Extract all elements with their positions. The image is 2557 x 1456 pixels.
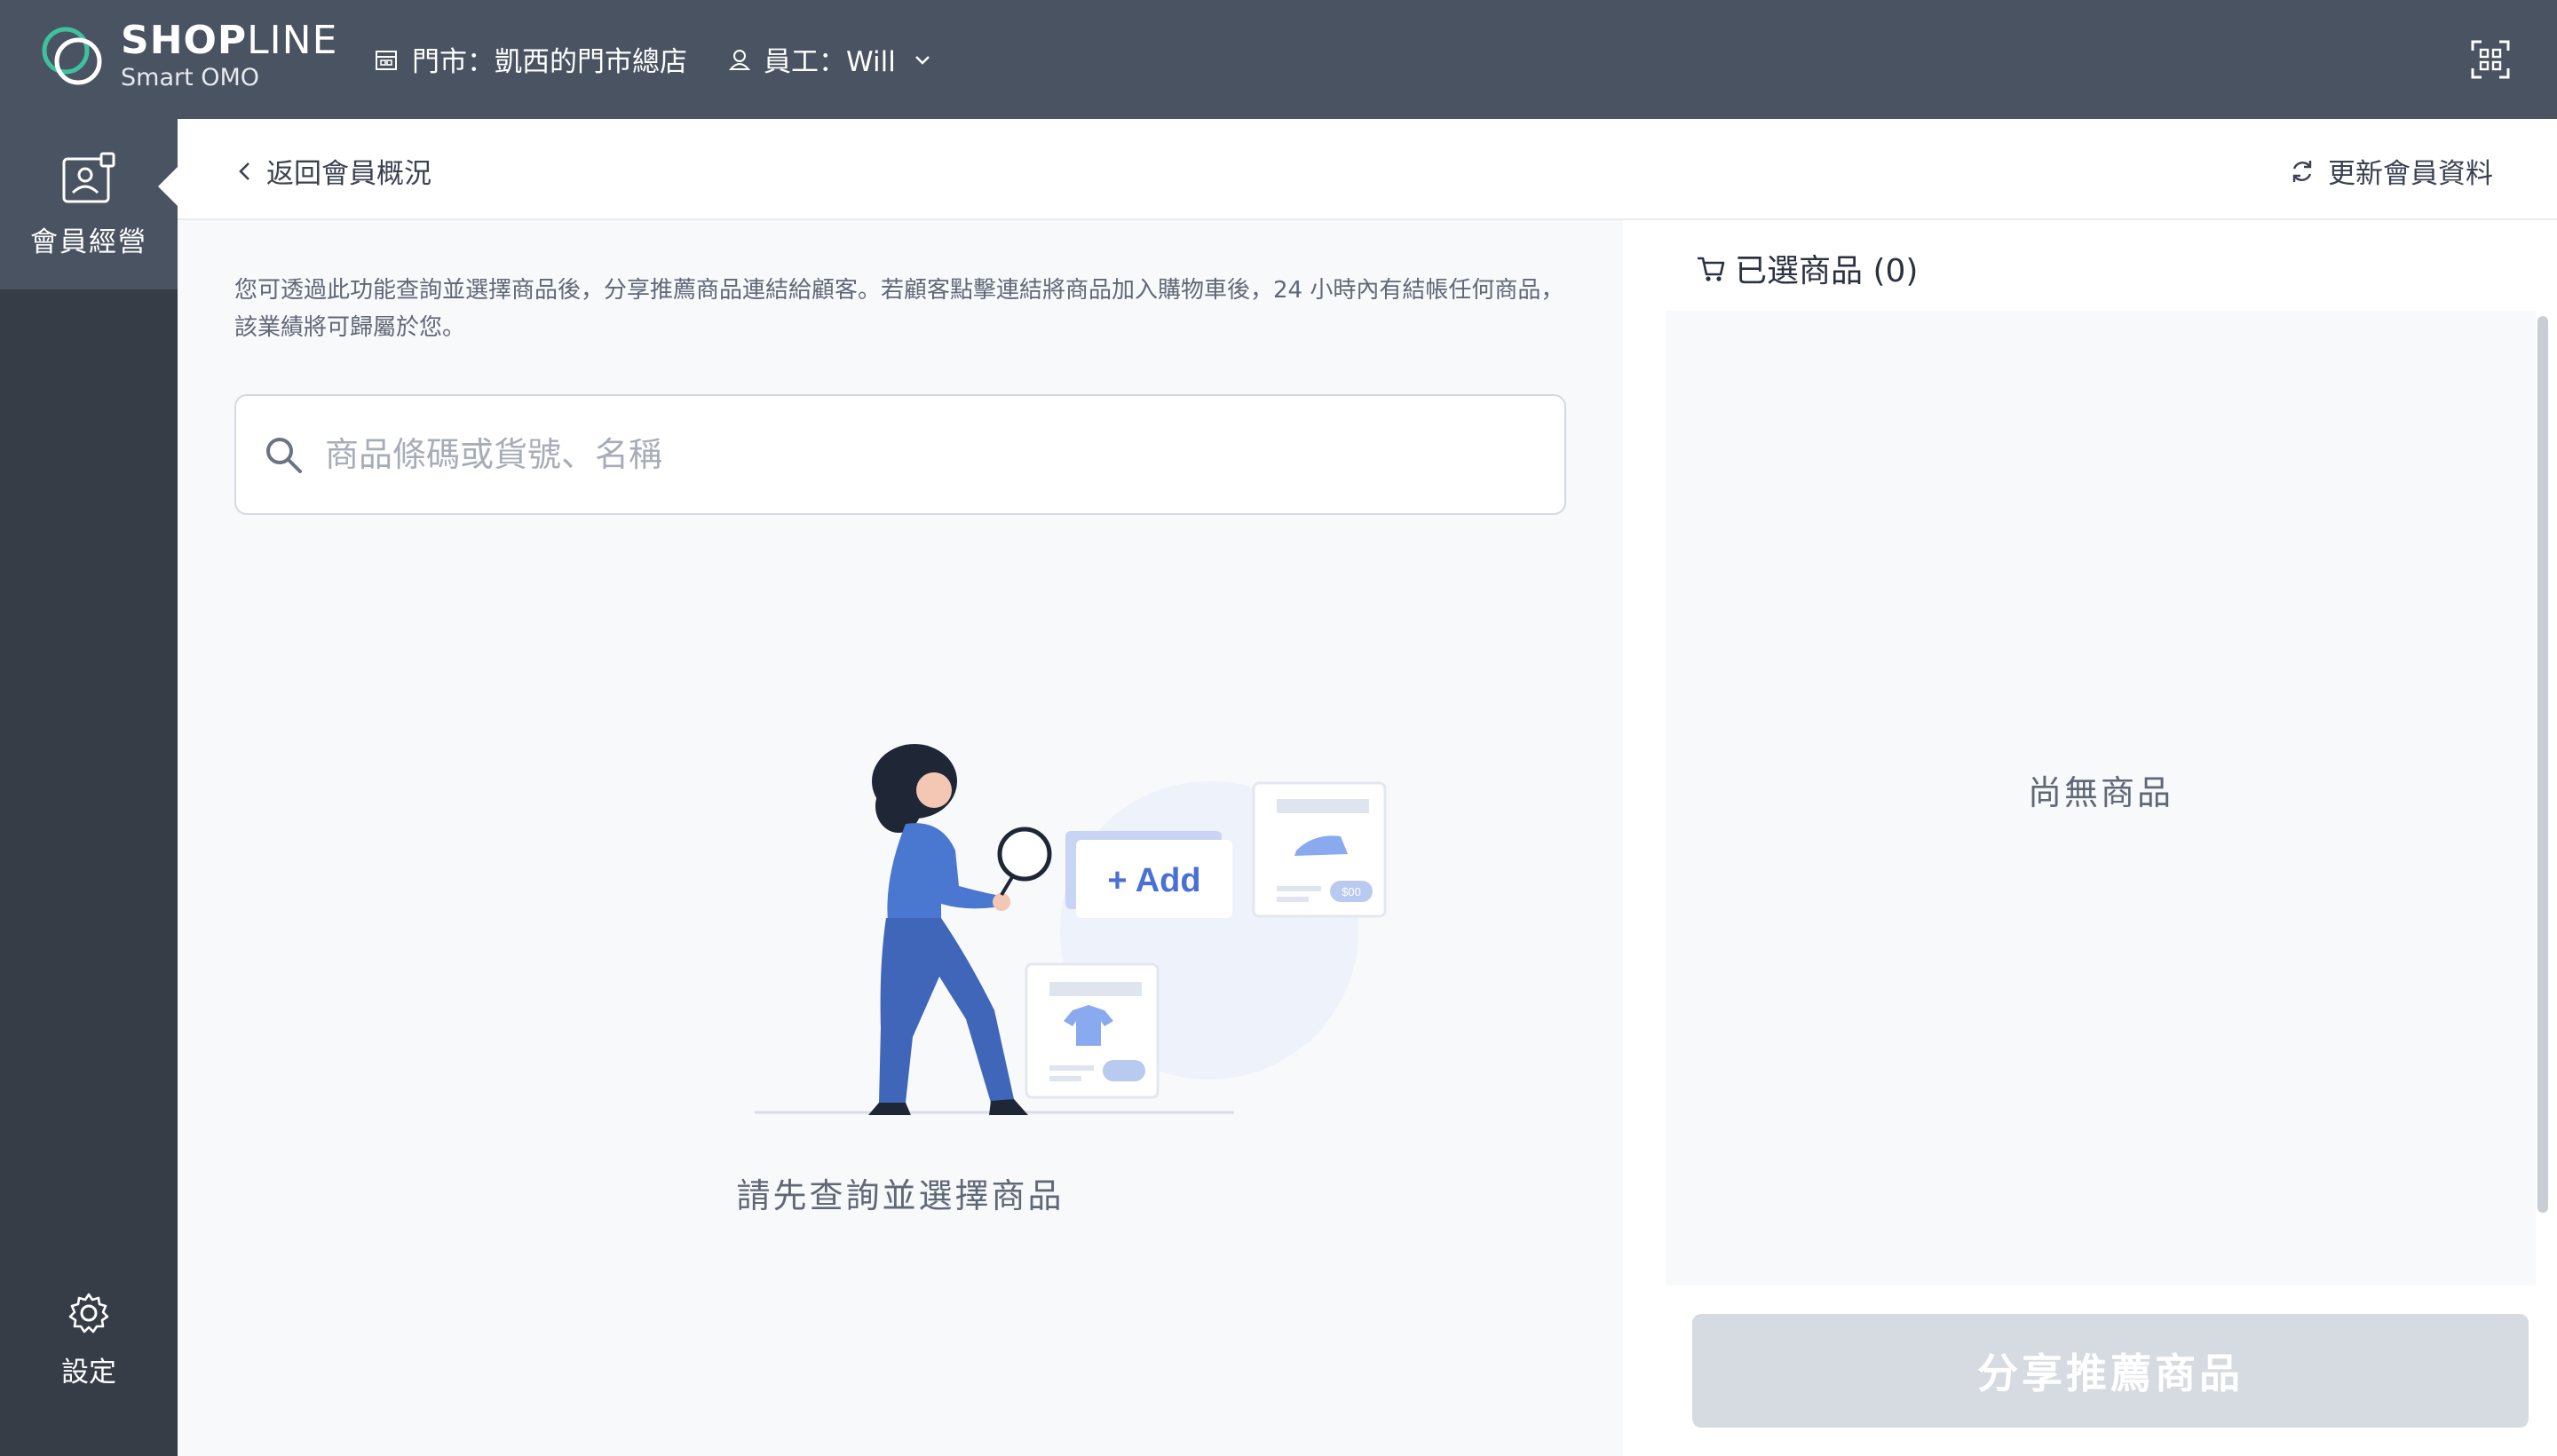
brand-name-bold: SHOP	[121, 18, 248, 63]
feature-description: 您可透過此功能查詢並選擇商品後，分享推薦商品連結給顧客。若顧客點擊連結將商品加入…	[234, 277, 1564, 341]
share-recommendation-button[interactable]: 分享推薦商品	[1692, 1314, 2529, 1428]
empty-search-hint: 請先查詢並選擇商品	[736, 1176, 1065, 1215]
product-search-pane: 您可透過此功能查詢並選擇商品後，分享推薦商品連結給顧客。若顧客點擊連結將商品加入…	[178, 220, 1623, 1456]
sidebar: 會員經營 設定	[0, 119, 178, 1456]
search-icon	[266, 438, 302, 473]
store-selector[interactable]: 門市：凱西的門市總店	[373, 39, 687, 79]
sidebar-item-label: 會員經營	[30, 226, 147, 258]
sub-header: 返回會員概況 更新會員資料	[178, 119, 2557, 220]
active-indicator	[158, 167, 178, 206]
gear-icon	[68, 1293, 109, 1333]
cart-icon	[1698, 257, 1725, 281]
refresh-member-button[interactable]: 更新會員資料	[2289, 151, 2493, 191]
empty-search-illustration: $00 + Add	[755, 744, 1387, 1115]
illustration-add-label: + Add	[1107, 862, 1200, 899]
empty-cart-text: 尚無商品	[2027, 773, 2173, 812]
search-input[interactable]	[325, 435, 1479, 474]
selected-products-title: 已選商品 (0)	[1735, 253, 1919, 289]
back-label: 返回會員概況	[266, 158, 431, 190]
refresh-label: 更新會員資料	[2328, 158, 2493, 190]
staff-label: 員工：Will	[764, 46, 896, 78]
member-card-icon	[62, 152, 115, 202]
logo: SHOPLINE Smart OMO	[39, 21, 337, 90]
store-label: 門市：凱西的門市總店	[412, 46, 687, 78]
selected-products-pane: 已選商品 (0) 尚無商品 分享推薦商品	[1623, 220, 2557, 1456]
sidebar-item-member[interactable]: 會員經營	[0, 119, 178, 289]
staff-selector[interactable]: 員工：Will	[726, 39, 933, 79]
brand-name-thin: LINE	[247, 18, 338, 63]
back-link[interactable]: 返回會員概況	[234, 151, 431, 191]
scrollbar[interactable]	[2537, 316, 2548, 1213]
selected-products-header: 已選商品 (0)	[1696, 245, 1918, 291]
qr-scan-icon[interactable]	[2470, 39, 2511, 80]
refresh-icon	[2292, 160, 2312, 182]
selected-products-list: 尚無商品	[1666, 311, 2536, 1286]
sidebar-settings-label: 設定	[61, 1357, 116, 1389]
chevron-left-icon	[239, 162, 249, 180]
user-icon	[728, 49, 751, 70]
logo-icon	[42, 27, 102, 84]
brand-subtitle: Smart OMO	[121, 64, 260, 91]
chevron-down-icon	[914, 55, 930, 65]
store-icon	[376, 50, 397, 70]
price-tag-text: $00	[1342, 885, 1361, 898]
top-bar: SHOPLINE Smart OMO 門市：凱西的門市總店 員工：Will	[0, 0, 2557, 119]
product-search-box[interactable]	[234, 394, 1566, 515]
sidebar-item-settings[interactable]: 設定	[0, 1291, 178, 1389]
